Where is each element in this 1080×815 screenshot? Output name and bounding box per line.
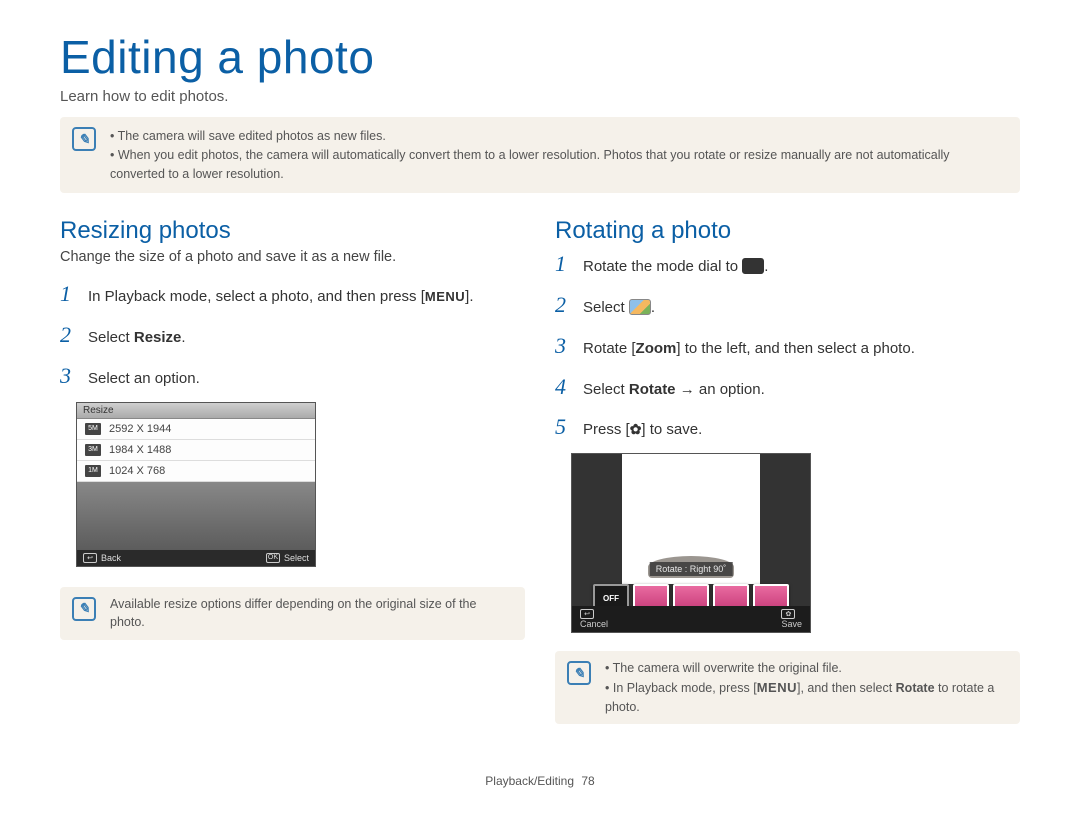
note-icon: ✎ (567, 661, 591, 685)
resize-step-2: 2 Select Resize. (60, 320, 525, 351)
resize-step-3: 3 Select an option. (60, 361, 525, 392)
resize-note-box: ✎ Available resize options differ depend… (60, 587, 525, 641)
step-number: 4 (555, 372, 573, 403)
page-footer: Playback/Editing 78 (60, 774, 1020, 788)
ok-icon: OK (266, 553, 280, 563)
lcd-header: Resize (77, 403, 315, 419)
resize-note-text: Available resize options differ dependin… (110, 597, 476, 630)
step-text: . (764, 258, 768, 275)
resize-lcd-mock: Resize 5M 2592 X 1944 3M 1984 X 1488 1M … (76, 402, 316, 567)
top-note-line: The camera will save edited photos as ne… (110, 127, 1006, 146)
step-number: 1 (60, 279, 78, 310)
step-text: Select (88, 329, 134, 346)
note-icon: ✎ (72, 127, 96, 151)
resize-step-1: 1 In Playback mode, select a photo, and … (60, 279, 525, 310)
rotating-heading: Rotating a photo (555, 217, 1020, 245)
resolution-label: 1024 X 768 (109, 465, 165, 477)
step-number: 1 (555, 249, 573, 280)
step-text: . (181, 329, 185, 346)
rotate-step-4: 4 Select Rotate → an option. (555, 372, 1020, 403)
rotate-step-5: 5 Press [✿] to save. (555, 412, 1020, 443)
rotate-label: Rotate (629, 381, 676, 398)
step-text: Select an option. (88, 368, 200, 389)
resize-option-row: 5M 2592 X 1944 (77, 419, 315, 440)
step-text: ]. (465, 288, 473, 305)
step-number: 3 (555, 331, 573, 362)
step-text: ] to save. (641, 421, 702, 438)
step-text: Select (583, 381, 629, 398)
step-number: 3 (60, 361, 78, 392)
resolution-icon: 1M (85, 465, 101, 477)
resolution-icon: 5M (85, 423, 101, 435)
step-text: In Playback mode, select a photo, and th… (88, 288, 425, 305)
resizing-heading: Resizing photos (60, 217, 525, 245)
resize-option: Resize (134, 329, 182, 346)
page-subtitle: Learn how to edit photos. (60, 88, 1020, 105)
resolution-label: 2592 X 1944 (109, 423, 171, 435)
zoom-label: Zoom (636, 340, 677, 357)
edit-tool-icon (629, 299, 651, 315)
resize-option-row: 3M 1984 X 1488 (77, 440, 315, 461)
menu-button-label: MENU (425, 289, 465, 304)
rotate-step-3: 3 Rotate [Zoom] to the left, and then se… (555, 331, 1020, 362)
footer-section: Playback/Editing (485, 774, 574, 788)
select-label: Select (284, 553, 309, 563)
top-note-box: ✎ The camera will save edited photos as … (60, 117, 1020, 193)
step-text: . (651, 299, 655, 316)
step-number: 5 (555, 412, 573, 443)
back-icon: ↩ (83, 553, 97, 563)
rotate-step-1: 1 Rotate the mode dial to . (555, 249, 1020, 280)
step-text: Rotate the mode dial to (583, 258, 742, 275)
note-icon: ✎ (72, 597, 96, 621)
cancel-label: Cancel (580, 619, 608, 629)
resolution-icon: 3M (85, 444, 101, 456)
menu-button-label: MENU (757, 680, 797, 695)
rotate-note-box: ✎ The camera will overwrite the original… (555, 651, 1020, 724)
back-label: Back (101, 553, 121, 563)
step-text: Rotate [ (583, 340, 636, 357)
step-text: → an option. (676, 381, 765, 398)
rotate-step-2: 2 Select . (555, 290, 1020, 321)
resizing-section: Resizing photos Change the size of a pho… (60, 217, 525, 748)
rotate-note-line: In Playback mode, press [MENU], and then… (605, 678, 1006, 717)
resolution-label: 1984 X 1488 (109, 444, 171, 456)
step-text: Select (583, 299, 629, 316)
save-label: Save (781, 619, 802, 629)
page-number: 78 (581, 774, 594, 788)
resizing-sub: Change the size of a photo and save it a… (60, 249, 525, 265)
back-icon: ↩ (580, 609, 594, 619)
step-number: 2 (555, 290, 573, 321)
rotate-lcd-mock: Rotate : Right 90˚ OFF ↩Cancel ✿Save (571, 453, 811, 633)
step-number: 2 (60, 320, 78, 351)
macro-button-icon: ✿ (781, 609, 795, 619)
rotate-note-line: The camera will overwrite the original f… (605, 659, 1006, 678)
step-text: ] to the left, and then select a photo. (676, 340, 915, 357)
page-title: Editing a photo (60, 30, 1020, 84)
step-text: Press [ (583, 421, 630, 438)
rotate-option-label: Rotate : Right 90˚ (650, 562, 733, 576)
mode-dial-edit-icon (742, 258, 764, 274)
macro-button-icon: ✿ (630, 421, 642, 437)
top-note-line: When you edit photos, the camera will au… (110, 146, 1006, 184)
rotating-section: Rotating a photo 1 Rotate the mode dial … (555, 217, 1020, 748)
resize-option-row: 1M 1024 X 768 (77, 461, 315, 482)
